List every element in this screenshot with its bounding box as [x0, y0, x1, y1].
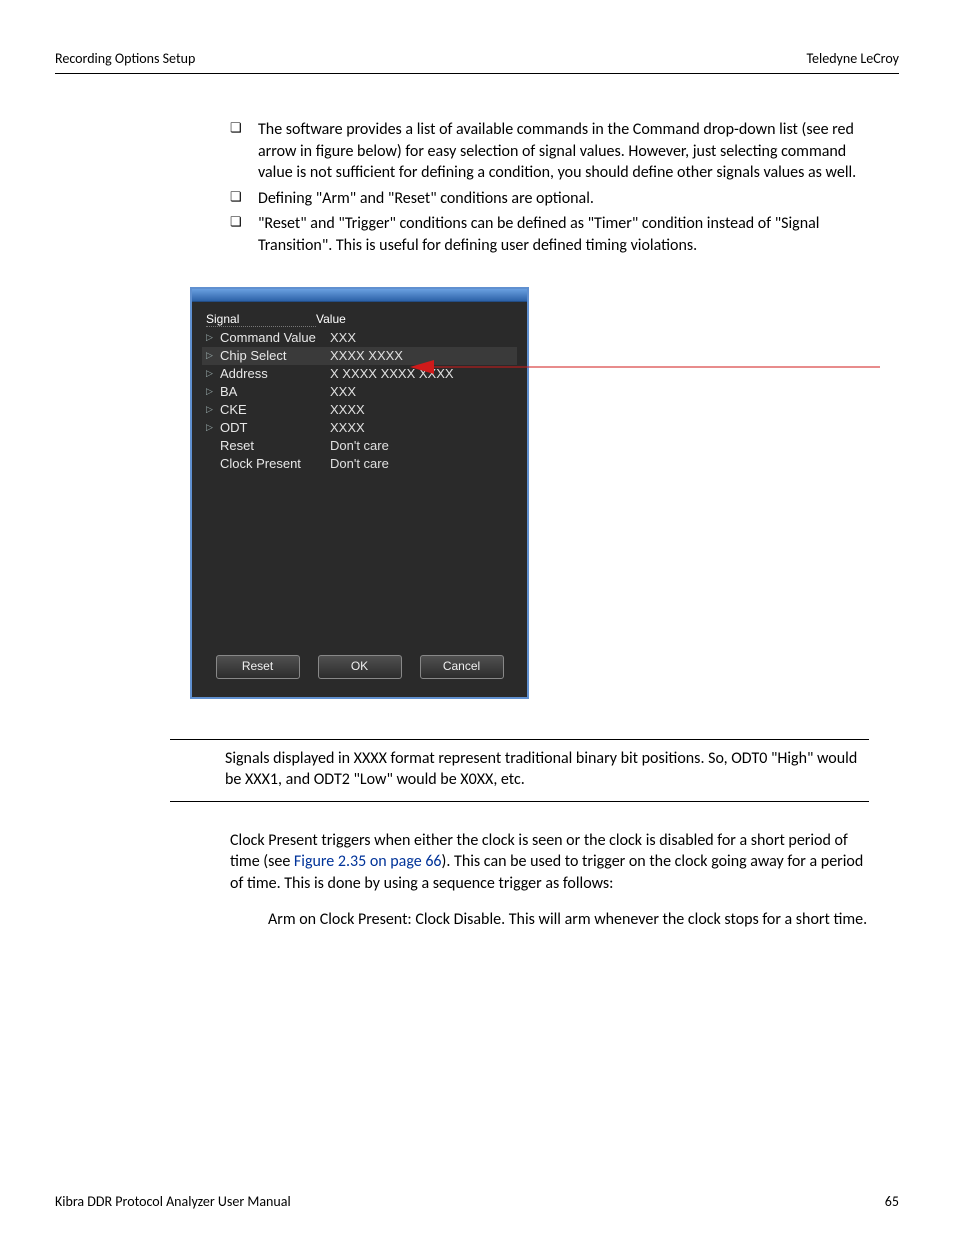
expand-triangle-icon[interactable]: ▷ — [206, 332, 220, 343]
bullet-item: Defining "Arm" and "Reset" conditions ar… — [230, 188, 869, 210]
signal-name: Reset — [220, 438, 330, 453]
column-header-value: Value — [316, 312, 496, 327]
expand-triangle-icon[interactable]: ▷ — [206, 404, 220, 415]
signal-table: ▷Command ValueXXX▷Chip SelectXXXX XXXX▷A… — [202, 329, 517, 647]
bullet-list: The software provides a list of availabl… — [230, 119, 869, 257]
dialog-titlebar — [192, 289, 527, 302]
table-row[interactable]: ResetDon't care — [202, 437, 517, 455]
cancel-button[interactable]: Cancel — [420, 655, 504, 679]
signal-value: Don't care — [330, 438, 389, 453]
signal-value: XXX — [330, 330, 356, 345]
expand-triangle-icon[interactable]: ▷ — [206, 422, 220, 433]
signal-table-header: Signal Value — [206, 312, 517, 327]
signal-name: Clock Present — [220, 456, 330, 471]
signal-value: XXXX — [330, 420, 365, 435]
signal-name: Address — [220, 366, 330, 381]
table-row[interactable]: ▷AddressX XXXX XXXX XXXX — [202, 365, 517, 383]
table-row[interactable]: Clock PresentDon't care — [202, 455, 517, 473]
signal-name: CKE — [220, 402, 330, 417]
header-right: Teledyne LeCroy — [806, 50, 899, 67]
clock-present-paragraph: Clock Present triggers when either the c… — [230, 830, 869, 895]
column-header-signal: Signal — [206, 312, 316, 327]
expand-triangle-icon[interactable]: ▷ — [206, 368, 220, 379]
signal-value: XXXX XXXX — [330, 348, 403, 363]
signal-value: Don't care — [330, 456, 389, 471]
signal-value: X XXXX XXXX XXXX — [330, 366, 454, 381]
footer-left: Kibra DDR Protocol Analyzer User Manual — [55, 1193, 291, 1210]
expand-triangle-icon[interactable]: ▷ — [206, 350, 220, 361]
running-header: Recording Options Setup Teledyne LeCroy — [55, 50, 899, 74]
table-row[interactable]: ▷CKEXXXX — [202, 401, 517, 419]
signal-value-dialog: Signal Value ▷Command ValueXXX▷Chip Sele… — [190, 287, 529, 699]
page-number: 65 — [885, 1193, 899, 1210]
figure-cross-reference[interactable]: Figure 2.35 on page 66 — [294, 852, 442, 871]
table-row[interactable]: ▷BAXXX — [202, 383, 517, 401]
expand-triangle-icon[interactable]: ▷ — [206, 386, 220, 397]
signal-value-dialog-figure: Signal Value ▷Command ValueXXX▷Chip Sele… — [190, 287, 545, 699]
signal-name: Command Value — [220, 330, 330, 345]
table-row[interactable]: ▷Command ValueXXX — [202, 329, 517, 347]
note-box: Signals displayed in XXXX format represe… — [170, 739, 869, 802]
signal-value: XXX — [330, 384, 356, 399]
running-footer: Kibra DDR Protocol Analyzer User Manual … — [55, 1193, 899, 1210]
table-row[interactable]: ▷ODTXXXX — [202, 419, 517, 437]
table-row[interactable]: ▷Chip SelectXXXX XXXX — [202, 347, 517, 365]
signal-name: Chip Select — [220, 348, 330, 363]
reset-button[interactable]: Reset — [216, 655, 300, 679]
signal-value: XXXX — [330, 402, 365, 417]
bullet-item: The software provides a list of availabl… — [230, 119, 869, 184]
ok-button[interactable]: OK — [318, 655, 402, 679]
bullet-item: "Reset" and "Trigger" conditions can be … — [230, 213, 869, 256]
signal-name: ODT — [220, 420, 330, 435]
header-left: Recording Options Setup — [55, 50, 195, 67]
arm-paragraph: Arm on Clock Present: Clock Disable. Thi… — [268, 909, 869, 931]
signal-name: BA — [220, 384, 330, 399]
note-text: Signals displayed in XXXX format represe… — [225, 749, 857, 790]
